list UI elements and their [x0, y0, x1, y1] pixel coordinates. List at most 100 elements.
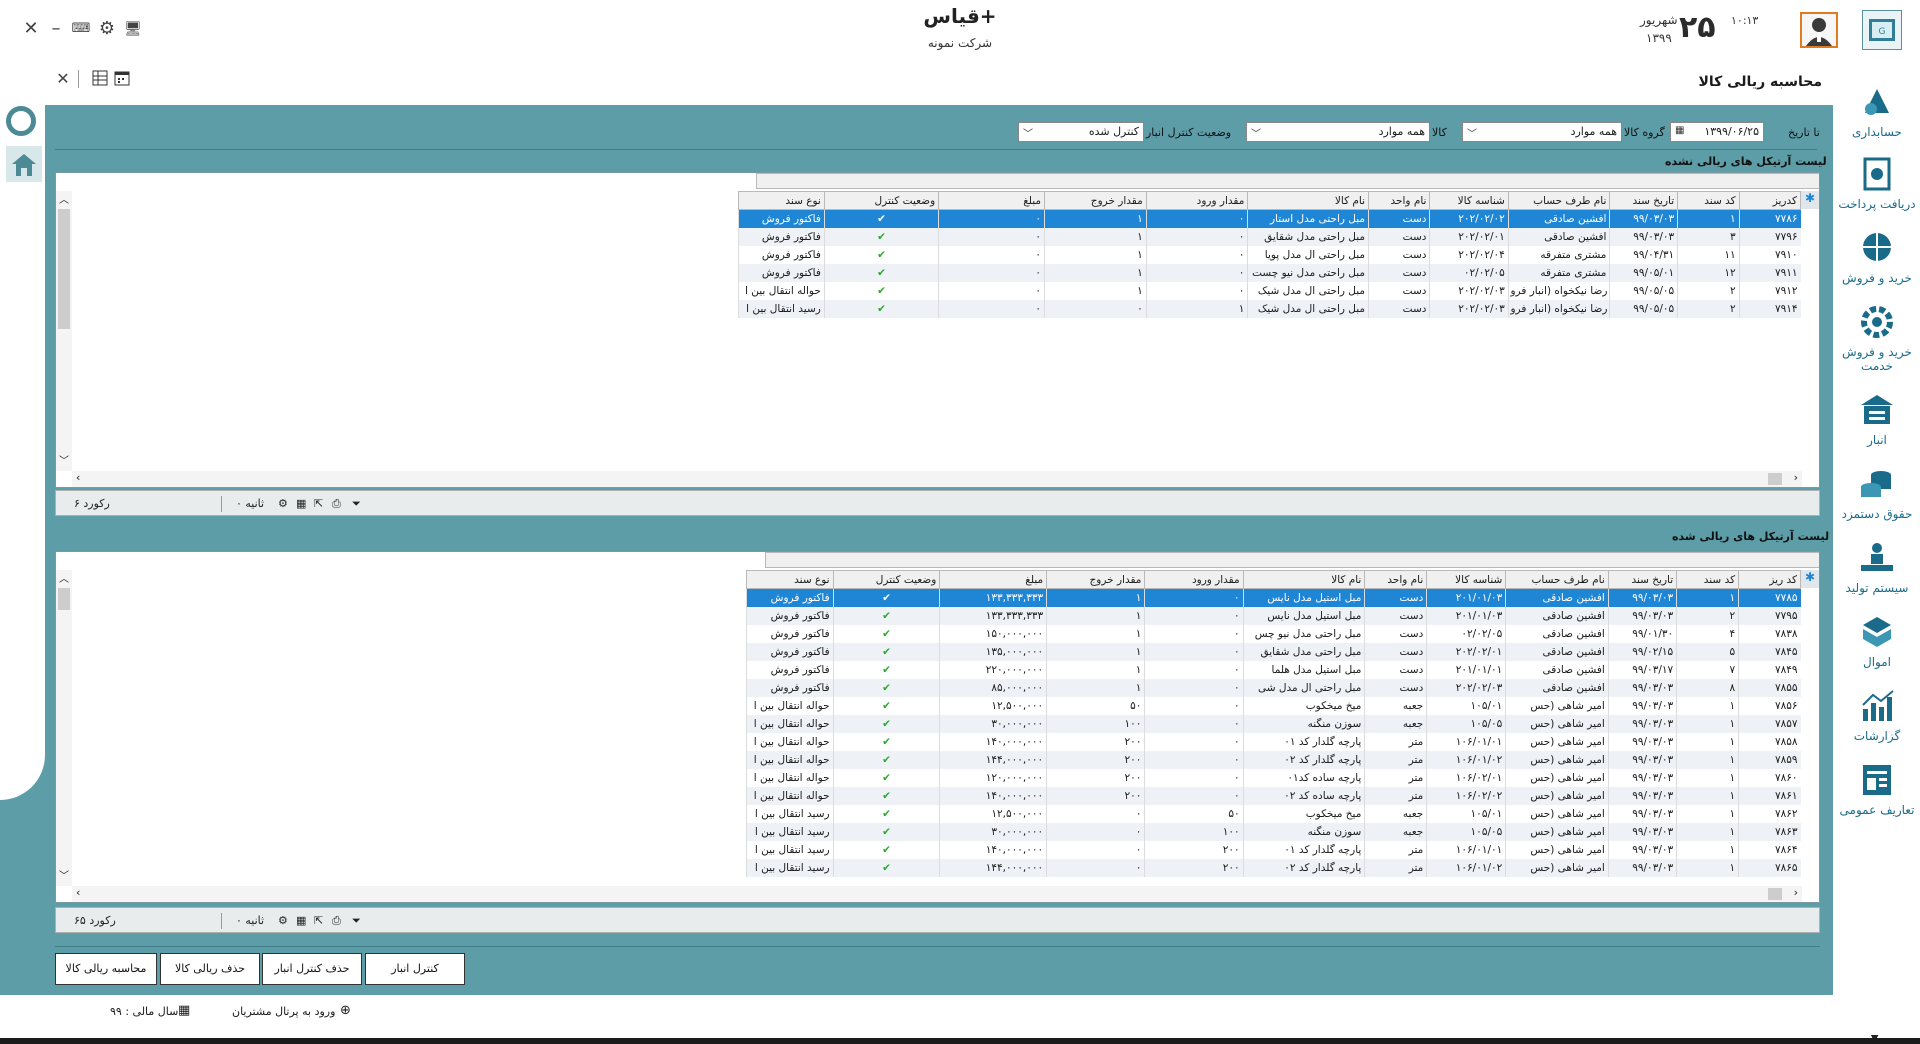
- table-row[interactable]: ۷۸۵۷ ۱ ۹۹/۰۳/۰۳ امیر شاهی (حس ۱۰۵/۰۵ جعبه سوزن…: [746, 714, 1801, 733]
- table-cell: ۰: [1144, 696, 1244, 715]
- grid1-hscroll[interactable]: ‹ ›: [72, 471, 1802, 487]
- filter-icon[interactable]: ⏷: [352, 497, 361, 511]
- table-row[interactable]: ۷۸۶۲ ۱ ۹۹/۰۳/۰۳ امیر شاهی (حس ۱۰۵/۰۱ جعبه میخ …: [746, 804, 1801, 823]
- table-row[interactable]: ۷۸۵۸ ۱ ۹۹/۰۳/۰۳ امیر شاهی (حس ۱۰۶/۰۱/۰۱ متر پا…: [746, 732, 1801, 751]
- column-header[interactable]: شناسه کالا: [1429, 191, 1509, 210]
- table-row[interactable]: ۷۹۱۴ ۲ ۹۹/۰۵/۰۵ رضا نیکخواه (انبار فرو ۲۰۲/۰…: [738, 299, 1801, 318]
- grid-icon[interactable]: ▦: [296, 497, 306, 510]
- calendar-icon[interactable]: [114, 70, 130, 86]
- table-row[interactable]: ۷۸۵۵ ۸ ۹۹/۰۳/۰۳ افشین صادقی ۲۰۲/۰۲/۰۳ دست مبل …: [746, 678, 1801, 697]
- sidebar-item-payment[interactable]: دریافت پرداخت: [1834, 155, 1920, 211]
- settings-icon[interactable]: ⚙: [278, 497, 288, 510]
- column-header[interactable]: تاریخ سند: [1609, 191, 1679, 210]
- table-row[interactable]: ۷۹۱۲ ۲ ۹۹/۰۵/۰۵ رضا نیکخواه (انبار فرو ۲۰۲/۰…: [738, 281, 1801, 300]
- sidebar-item-production[interactable]: سیستم تولید: [1834, 539, 1920, 595]
- grid2-vscroll[interactable]: ︿ ﹀: [56, 570, 72, 886]
- to-date-field[interactable]: ۱۳۹۹/۰۶/۲۵ ▦: [1670, 122, 1764, 142]
- sidebar-item-warehouse[interactable]: انبار: [1834, 391, 1920, 447]
- payment-icon: [1863, 157, 1891, 191]
- globe-icon[interactable]: ⊕: [340, 1003, 351, 1018]
- column-header[interactable]: وضعیت کنترل: [832, 570, 941, 589]
- export-icon[interactable]: ⇱: [314, 497, 323, 510]
- table-row[interactable]: ۷۸۳۸ ۴ ۹۹/۰۱/۳۰ افشین صادقی ۰۲/۰۲/۰۵ دست مبل ر…: [746, 624, 1801, 643]
- table-row[interactable]: ۷۸۵۹ ۱ ۹۹/۰۳/۰۳ امیر شاهی (حس ۱۰۶/۰۱/۰۲ متر پا…: [746, 750, 1801, 769]
- table-row[interactable]: ۷۸۶۵ ۱ ۹۹/۰۳/۰۳ امیر شاهی (حس ۱۰۶/۰۱/۰۲ متر پا…: [746, 858, 1801, 877]
- grid2-hscroll[interactable]: ‹ ›: [72, 886, 1802, 902]
- table-row[interactable]: ۷۸۴۵ ۵ ۹۹/۰۲/۱۵ افشین صادقی ۲۰۲/۰۲/۰۱ دست مبل …: [746, 642, 1801, 661]
- avatar[interactable]: [1800, 12, 1838, 48]
- column-header[interactable]: کد ریز: [1738, 570, 1801, 589]
- column-header[interactable]: نام واحد: [1364, 570, 1428, 589]
- monitor-icon[interactable]: 🖥: [122, 18, 144, 40]
- compute-rial-button[interactable]: محاسبه ریالی کالا: [55, 953, 157, 985]
- sidebar-item-payroll[interactable]: حقوق دستمزد: [1834, 465, 1920, 521]
- column-header[interactable]: مبلغ: [938, 191, 1046, 210]
- column-header[interactable]: وضعیت کنترل: [823, 191, 940, 210]
- column-header[interactable]: نام واحد: [1368, 191, 1431, 210]
- table-row[interactable]: ۷۸۶۴ ۱ ۹۹/۰۳/۰۳ امیر شاهی (حس ۱۰۶/۰۱/۰۱ متر پا…: [746, 840, 1801, 859]
- table-row[interactable]: ۷۷۹۵ ۲ ۹۹/۰۳/۰۳ افشین صادقی ۲۰۱/۰۱/۰۳ دست مبل …: [746, 606, 1801, 625]
- table-row[interactable]: ۷۸۵۶ ۱ ۹۹/۰۳/۰۳ امیر شاهی (حس ۱۰۵/۰۱ جعبه میخ …: [746, 696, 1801, 715]
- column-header[interactable]: مقدار خروج: [1046, 570, 1146, 589]
- grid1-vscroll[interactable]: ︿ ﹀: [56, 191, 72, 471]
- table-row[interactable]: ۷۷۹۶ ۳ ۹۹/۰۳/۰۳ افشین صادقی ۲۰۲/۰۲/۰۱ دست مبل …: [738, 227, 1801, 246]
- column-header[interactable]: تاریخ سند: [1607, 570, 1678, 589]
- column-header[interactable]: نوع سند: [746, 570, 834, 589]
- close-icon[interactable]: ✕: [20, 18, 42, 40]
- column-header[interactable]: کد سند: [1677, 191, 1740, 210]
- export-icon[interactable]: ⇱: [314, 914, 323, 927]
- status-select[interactable]: کنترل شده ﹀: [1018, 122, 1144, 142]
- column-header[interactable]: مبلغ: [939, 570, 1048, 589]
- table-cell: ۰: [1046, 840, 1145, 859]
- column-header[interactable]: کد سند: [1676, 570, 1740, 589]
- column-header[interactable]: نوع سند: [738, 191, 825, 210]
- settings-icon[interactable]: ⚙: [278, 914, 288, 927]
- group-select[interactable]: همه موارد ﹀: [1462, 122, 1622, 142]
- item-select[interactable]: همه موارد ﹀: [1246, 122, 1430, 142]
- sidebar-item-reports[interactable]: گزارشات: [1834, 687, 1920, 743]
- column-header[interactable]: مقدار ورود: [1145, 191, 1249, 210]
- table-icon[interactable]: [92, 70, 108, 86]
- table-row[interactable]: ۷۹۱۰ ۱۱ ۹۹/۰۴/۳۱ مشتری متفرقه ۲۰۲/۰۲/۰۴ دست مب…: [738, 245, 1801, 264]
- sidebar-item-service-sales[interactable]: خرید و فروش خدمت: [1834, 303, 1920, 373]
- calendar-picker-icon[interactable]: ▦: [1675, 125, 1684, 136]
- delete-warehouse-control-button[interactable]: حذف کنترل انبار: [262, 953, 362, 985]
- column-header[interactable]: نام کالا: [1242, 570, 1366, 589]
- column-header[interactable]: مقدار خروج: [1044, 191, 1147, 210]
- minimize-icon[interactable]: –: [45, 18, 67, 40]
- table-row[interactable]: ۷۸۴۹ ۷ ۹۹/۰۳/۱۷ افشین صادقی ۲۰۱/۰۱/۰۱ دست مبل …: [746, 660, 1801, 679]
- delete-rial-button[interactable]: حذف ریالی کالا: [160, 953, 260, 985]
- sidebar-item-sales[interactable]: خرید و فروش: [1834, 229, 1920, 285]
- column-header[interactable]: نام طرف حساب: [1505, 570, 1609, 589]
- table-row[interactable]: ۷۷۸۵ ۱ ۹۹/۰۳/۰۳ افشین صادقی ۲۰۱/۰۱/۰۳ دست مبل …: [746, 588, 1801, 607]
- close-tab-icon[interactable]: ✕: [52, 68, 74, 90]
- keyboard-icon[interactable]: ⌨: [70, 18, 92, 40]
- table-row[interactable]: ۷۷۸۶ ۱ ۹۹/۰۳/۰۳ افشین صادقی ۲۰۲/۰۲/۰۲ دست مبل …: [738, 209, 1801, 228]
- grid-icon[interactable]: ▦: [296, 914, 306, 927]
- grid1-select-all[interactable]: ✱: [1801, 191, 1819, 209]
- calendar-icon: ▦: [178, 1003, 191, 1018]
- table-row[interactable]: ۷۸۶۰ ۱ ۹۹/۰۳/۰۳ امیر شاهی (حس ۱۰۶/۰۲/۰۱ متر پا…: [746, 768, 1801, 787]
- sidebar-item-accounting[interactable]: حسابداری: [1834, 83, 1920, 139]
- home-icon[interactable]: [6, 146, 42, 182]
- print-icon[interactable]: ⎙: [332, 914, 341, 928]
- table-row[interactable]: ۷۸۶۳ ۱ ۹۹/۰۳/۰۳ امیر شاهی (حس ۱۰۵/۰۵ جعبه سوزن…: [746, 822, 1801, 841]
- table-cell: ✔: [832, 750, 940, 769]
- table-row[interactable]: ۷۸۶۱ ۱ ۹۹/۰۳/۰۳ امیر شاهی (حس ۱۰۶/۰۲/۰۲ متر پا…: [746, 786, 1801, 805]
- portal-login-link[interactable]: ورود به پرتال مشتریان: [232, 1005, 335, 1018]
- column-header[interactable]: نام کالا: [1247, 191, 1370, 210]
- filter-icon[interactable]: ⏷: [352, 914, 361, 928]
- sidebar-item-definitions[interactable]: تعاریف عمومی: [1834, 761, 1920, 817]
- table-row[interactable]: ۷۹۱۱ ۱۲ ۹۹/۰۵/۰۱ مشتری متفرقه ۰۲/۰۲/۰۵ دست مبل…: [738, 263, 1801, 282]
- warehouse-control-button[interactable]: کنترل انبار: [365, 953, 465, 985]
- refresh-icon[interactable]: [6, 106, 36, 136]
- table-cell: ۱۰۶/۰۱/۰۱: [1426, 732, 1506, 751]
- grid2-select-all[interactable]: ✱: [1801, 570, 1819, 588]
- gear-icon[interactable]: ⚙: [96, 18, 118, 40]
- print-icon[interactable]: ⎙: [332, 497, 341, 511]
- column-header[interactable]: نام طرف حساب: [1507, 191, 1611, 210]
- column-header[interactable]: کدریز: [1738, 191, 1802, 210]
- column-header[interactable]: مقدار ورود: [1144, 570, 1244, 589]
- sidebar-item-assets[interactable]: اموال: [1834, 613, 1920, 669]
- column-header[interactable]: شناسه کالا: [1426, 570, 1507, 589]
